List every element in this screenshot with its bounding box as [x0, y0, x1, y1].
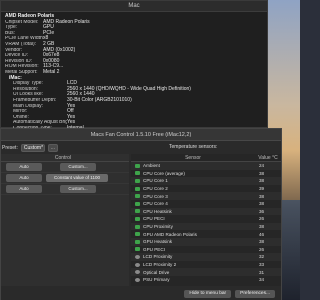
sensor-chip-icon [135, 247, 140, 252]
sensor-name: GPU Heatsink [143, 239, 173, 245]
sensor-chip-icon [135, 163, 140, 168]
sensor-row[interactable]: LCD Proximity 2 33 [131, 261, 281, 269]
sensor-row[interactable]: CPU Core 2 39 [131, 185, 281, 193]
fan-row: Auto Constant value of 1100 [1, 173, 129, 184]
sensor-value: 33 [259, 262, 265, 268]
sensor-name: LCD Proximity [143, 254, 173, 260]
sensor-row[interactable]: GPU AMD Radeon Polaris 46 [131, 230, 281, 238]
sensor-chip-icon [135, 178, 140, 183]
fan-row: Auto Custom... [1, 184, 129, 195]
fan-custom-button[interactable]: Custom... [60, 163, 96, 171]
system-info-title[interactable]: Mac [1, 1, 267, 12]
sensor-disk-icon [135, 270, 140, 275]
sensor-value: 38 [259, 201, 265, 207]
fan-row: Auto Custom... [1, 162, 129, 173]
sensor-disk-icon [135, 277, 140, 282]
sensor-disk-icon [135, 254, 140, 259]
macs-fan-control-window: Macs Fan Control 1.5.10 Free (iMac12,2) … [0, 128, 282, 300]
sensor-row[interactable]: CPU Heatsink 36 [131, 207, 281, 216]
sensor-name: CPU Core 2 [143, 186, 168, 192]
preset-select[interactable]: Custom* [20, 144, 45, 152]
sensor-value: 38 [259, 178, 265, 184]
sensor-value: 38 [259, 193, 265, 199]
sensor-value: 34 [259, 277, 265, 283]
value-column-header[interactable]: Value °C [255, 154, 281, 161]
preferences-button[interactable]: Preferences... [235, 290, 275, 298]
sensor-name: PSU Primary [143, 277, 170, 283]
graphics-info-list: AMD Radeon Polaris Chipset Model: AMD Rade… [1, 12, 267, 133]
fan-auto-button[interactable]: Auto [6, 185, 42, 193]
sensor-chip-icon [135, 216, 140, 221]
sensor-chip-icon [135, 186, 140, 191]
sensor-row[interactable]: Ambient 24 [131, 162, 281, 170]
sensor-value: 36 [259, 208, 265, 214]
sensor-row[interactable]: CPU PECI 26 [131, 215, 281, 223]
mfc-footer: Hide to menu bar Preferences... [1, 287, 281, 300]
sensor-column-header[interactable]: Sensor [131, 154, 255, 161]
mfc-title[interactable]: Macs Fan Control 1.5.10 Free (iMac12,2) [1, 129, 281, 141]
sensor-value: 31 [259, 269, 265, 275]
sensor-row[interactable]: GPU Heatsink 38 [131, 237, 281, 246]
sensor-row[interactable]: LCD Proximity 32 [131, 253, 281, 261]
fan-constant-value-button[interactable]: Constant value of 1100 [46, 174, 108, 182]
sensor-row[interactable]: CPU Core 3 38 [131, 192, 281, 200]
sensor-chip-icon [135, 209, 140, 214]
sensor-chip-icon [135, 239, 140, 244]
sensor-name: CPU Proximity [143, 224, 173, 230]
fan-custom-button[interactable]: Custom... [60, 185, 96, 193]
sensor-chip-icon [135, 232, 140, 237]
control-column-header: Control [54, 155, 71, 161]
sensor-value: 26 [259, 246, 265, 252]
hide-to-menu-bar-button[interactable]: Hide to menu bar [184, 290, 232, 298]
display-info-value: 30-Bit Color (ARGB2101010) [67, 96, 132, 103]
sensor-value: 32 [259, 254, 265, 260]
fan-panel: Control Auto Custom... Auto Constant value … [1, 154, 129, 286]
sensor-value: 24 [259, 163, 265, 169]
sensor-disk-icon [135, 262, 140, 267]
sensor-name: GPU PECI [143, 246, 165, 252]
preset-label: Preset: [2, 145, 18, 151]
sensor-value: 38 [259, 170, 265, 176]
sensor-chip-icon [135, 224, 140, 229]
preset-row: Preset: Custom* ⋯ [1, 142, 58, 154]
sensor-table-header: Sensor Value °C [131, 154, 281, 162]
sensor-name: CPU PECI [143, 216, 165, 222]
sensor-row[interactable]: CPU Core 1 38 [131, 177, 281, 185]
sensor-name: LCD Proximity 2 [143, 262, 177, 268]
sensor-value: 39 [259, 186, 265, 192]
sensor-name: CPU Core 4 [143, 201, 168, 207]
sensor-name: CPU Core 1 [143, 178, 168, 184]
sensor-row[interactable]: CPU Proximity 38 [131, 222, 281, 231]
fan-auto-button[interactable]: Auto [6, 163, 42, 171]
info-value: Metal 2 [43, 68, 60, 75]
sensor-value: 46 [259, 231, 265, 237]
temperature-sensors-label: Temperature sensors: [169, 144, 218, 150]
sensor-value: 38 [259, 239, 265, 245]
sensor-row[interactable]: CPU Core (average) 38 [131, 170, 281, 178]
sensor-name: Ambient [143, 163, 160, 169]
sensor-name: CPU Core 3 [143, 193, 168, 199]
sensor-row[interactable]: CPU Core 4 38 [131, 200, 281, 208]
sensor-chip-icon [135, 201, 140, 206]
sensor-row[interactable]: Optical Drive 31 [131, 268, 281, 276]
sensor-chip-icon [135, 194, 140, 199]
fan-table-header: Control [1, 154, 129, 162]
sensor-name: Optical Drive [143, 269, 170, 275]
system-info-window: Mac AMD Radeon Polaris Chipset Model: AMD … [0, 0, 268, 130]
sensor-value: 38 [259, 224, 265, 230]
sensor-name: GPU AMD Radeon Polaris [143, 231, 197, 237]
sensor-row[interactable]: GPU PECI 26 [131, 246, 281, 254]
sensor-chip-icon [135, 171, 140, 176]
sensor-row[interactable]: PSU Primary 34 [131, 276, 281, 284]
sensor-name: CPU Core (average) [143, 170, 185, 176]
sensor-value: 26 [259, 216, 265, 222]
sensor-panel: Sensor Value °C Ambient 24 CPU Core (avera… [131, 154, 281, 286]
fan-auto-button[interactable]: Auto [6, 174, 42, 182]
sensor-name: CPU Heatsink [143, 208, 172, 214]
preset-menu-button[interactable]: ⋯ [47, 144, 58, 152]
